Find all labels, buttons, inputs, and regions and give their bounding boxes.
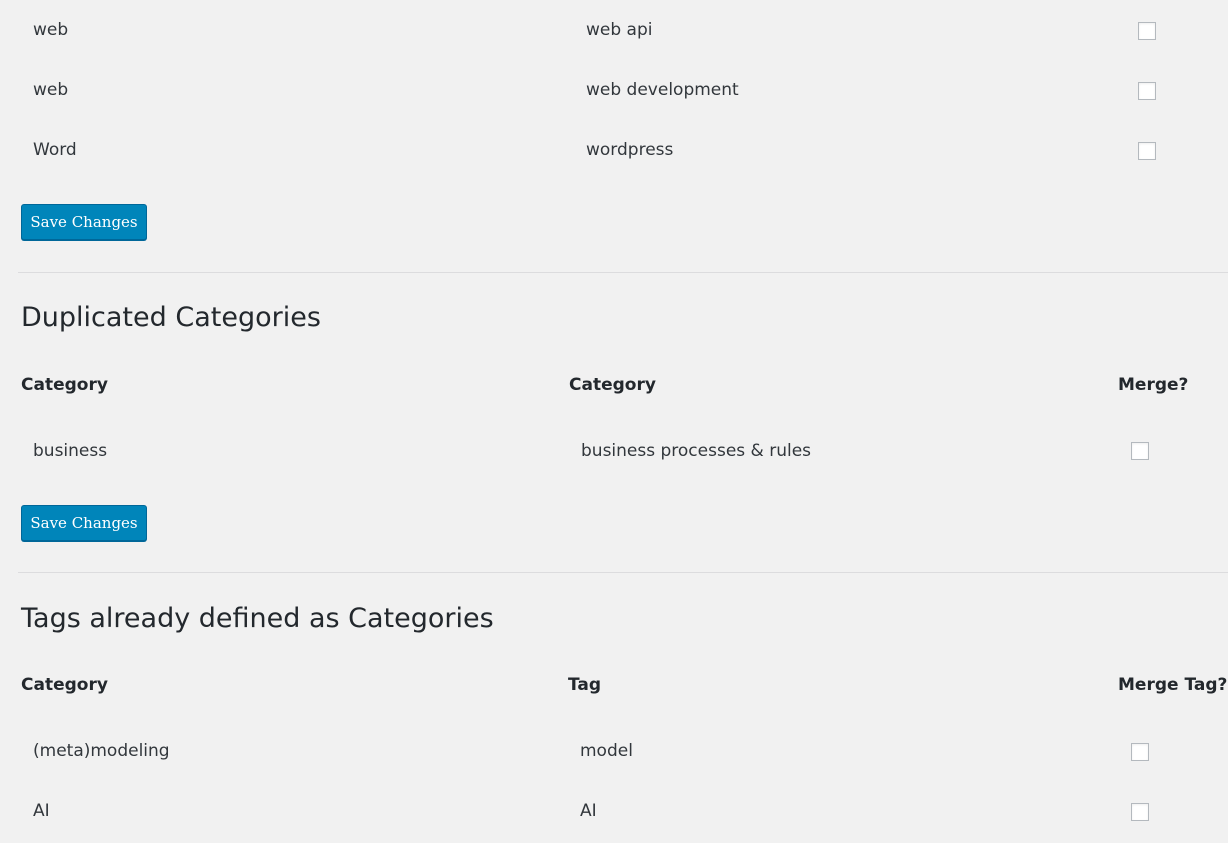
merge-checkbox[interactable] [1131,442,1149,460]
column-header-merge-tag: Merge Tag? [1118,675,1228,695]
tag-row: web web development [0,60,1228,120]
tag-right-cell: web development [586,80,739,100]
tag-left-cell: web [33,80,69,100]
tags-defined-row: AI AI [0,781,1228,841]
column-header-tag: Tag [568,675,602,695]
column-header-merge: Merge? [1118,375,1189,395]
merge-tag-checkbox[interactable] [1131,803,1149,821]
tag-left-cell: web [33,20,69,40]
tags-defined-row: (meta)modeling model [0,721,1228,781]
tag-cell: AI [580,801,597,821]
save-changes-button[interactable]: Save Changes [21,204,147,240]
tag-row: web web api [0,0,1228,60]
section-divider [18,572,1228,573]
merge-checkbox[interactable] [1138,22,1156,40]
column-header-category: Category [21,375,108,395]
column-header-category: Category [21,675,108,695]
duplicated-categories-heading: Duplicated Categories [21,302,321,333]
tag-row: Word wordpress [0,120,1228,180]
tag-right-cell: wordpress [586,140,674,160]
column-header-category: Category [569,375,656,395]
merge-checkbox[interactable] [1138,82,1156,100]
category-right-cell: business processes & rules [581,441,812,461]
tags-defined-heading: Tags already defined as Categories [21,603,494,634]
section-divider [18,272,1228,273]
tag-right-cell: web api [586,20,653,40]
tag-cell: model [580,741,633,761]
save-changes-button[interactable]: Save Changes [21,505,147,541]
merge-checkbox[interactable] [1138,142,1156,160]
category-cell: AI [33,801,50,821]
merge-tag-checkbox[interactable] [1131,743,1149,761]
tag-left-cell: Word [33,140,77,160]
category-cell: (meta)modeling [33,741,170,761]
category-left-cell: business [33,441,108,461]
duplicated-row: business business processes & rules [0,421,1228,481]
